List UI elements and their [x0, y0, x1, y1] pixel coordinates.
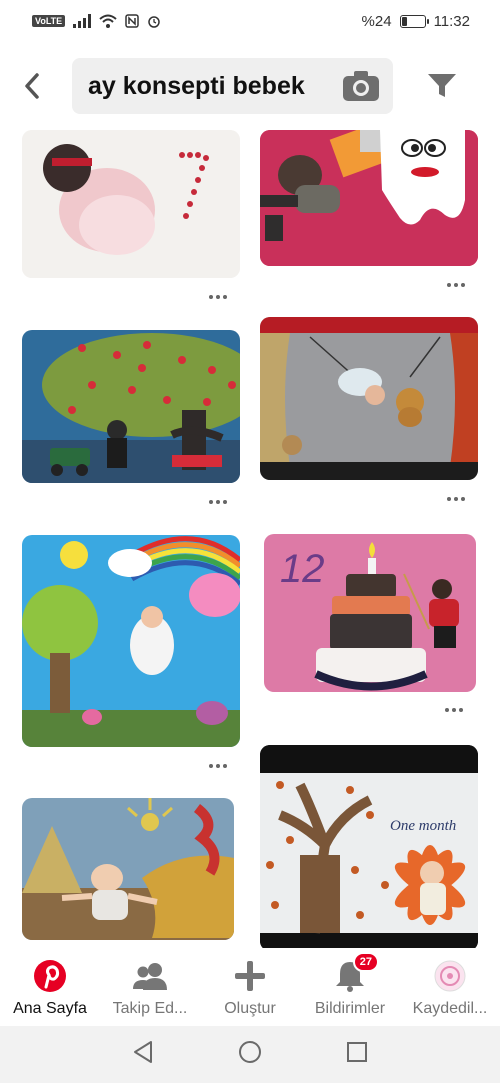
search-header: ay konsepti bebek: [0, 56, 500, 118]
pin-more-button[interactable]: [441, 278, 471, 292]
pin-card[interactable]: [22, 535, 240, 747]
pin-more-button[interactable]: [439, 703, 469, 717]
pin-image: [22, 798, 234, 940]
nav-following[interactable]: Takip Ed...: [100, 948, 200, 1026]
battery-fill: [401, 16, 407, 26]
people-icon: [132, 958, 168, 994]
volte-badge: VoLTE: [32, 15, 66, 27]
filter-button[interactable]: [420, 66, 464, 106]
back-button[interactable]: [14, 66, 50, 106]
svg-text:12: 12: [280, 547, 325, 591]
nav-notifications-label: Bildirimler: [314, 1000, 386, 1017]
nav-home[interactable]: Ana Sayfa: [0, 948, 100, 1026]
system-navigation-bar: [0, 1026, 500, 1083]
nav-home-label: Ana Sayfa: [13, 1000, 87, 1017]
notification-badge: 27: [352, 952, 379, 972]
pin-more-button[interactable]: [203, 290, 233, 304]
pin-card[interactable]: 12: [264, 534, 476, 692]
pin-more-button[interactable]: [441, 492, 471, 506]
status-left: VoLTE: [32, 14, 161, 28]
nav-saved[interactable]: Kaydedil...: [400, 948, 500, 1026]
clock: 11:32: [433, 12, 470, 30]
nfc-icon: [125, 14, 139, 28]
camera-search-button[interactable]: [341, 68, 381, 104]
chevron-left-icon: [25, 73, 39, 99]
pin-card[interactable]: [22, 130, 240, 278]
pin-feed[interactable]: 12 One month: [0, 130, 500, 948]
back-triangle-icon[interactable]: [132, 1040, 154, 1069]
battery-percent: %24: [361, 12, 392, 30]
filter-icon: [428, 74, 456, 97]
nav-notifications[interactable]: 27 Bildirimler: [300, 948, 400, 1026]
pin-image: One month: [260, 745, 478, 948]
camera-icon: [343, 71, 379, 101]
pin-card[interactable]: [22, 798, 234, 940]
battery-icon: [399, 14, 429, 28]
pin-card[interactable]: [260, 317, 478, 480]
bell-icon: 27: [335, 952, 379, 994]
search-input[interactable]: ay konsepti bebek: [72, 58, 393, 114]
pinterest-logo-icon: [33, 958, 67, 994]
nav-create-label: Oluştur: [224, 1000, 276, 1017]
pin-card[interactable]: [22, 330, 240, 483]
nav-saved-label: Kaydedil...: [412, 1000, 488, 1017]
pin-image: [22, 330, 240, 483]
pin-image: [260, 130, 478, 266]
signal-icon: [73, 14, 92, 28]
pin-image: [22, 130, 240, 278]
plus-icon: [234, 958, 266, 994]
nav-create[interactable]: Oluştur: [200, 948, 300, 1026]
pin-image: 12: [264, 534, 476, 692]
pin-caption: One month: [390, 818, 456, 834]
profile-avatar-icon: [434, 958, 466, 994]
pin-image: [22, 535, 240, 747]
pin-more-button[interactable]: [203, 759, 233, 773]
status-right: %24 11:32: [362, 13, 470, 30]
bottom-navigation: Ana Sayfa Takip Ed... Oluştur 27 Bildiri…: [0, 948, 500, 1026]
pin-image: [260, 317, 478, 480]
recents-square-icon[interactable]: [346, 1041, 368, 1068]
pin-card[interactable]: [260, 130, 478, 266]
wifi-icon: [99, 14, 117, 28]
pin-more-button[interactable]: [203, 495, 233, 509]
alarm-icon: [148, 16, 160, 28]
nav-following-label: Takip Ed...: [112, 1000, 188, 1017]
pin-card[interactable]: One month: [260, 745, 478, 948]
status-bar: VoLTE %24 11:32: [0, 0, 500, 42]
home-circle-icon[interactable]: [238, 1040, 262, 1069]
search-query: ay konsepti bebek: [88, 71, 305, 100]
